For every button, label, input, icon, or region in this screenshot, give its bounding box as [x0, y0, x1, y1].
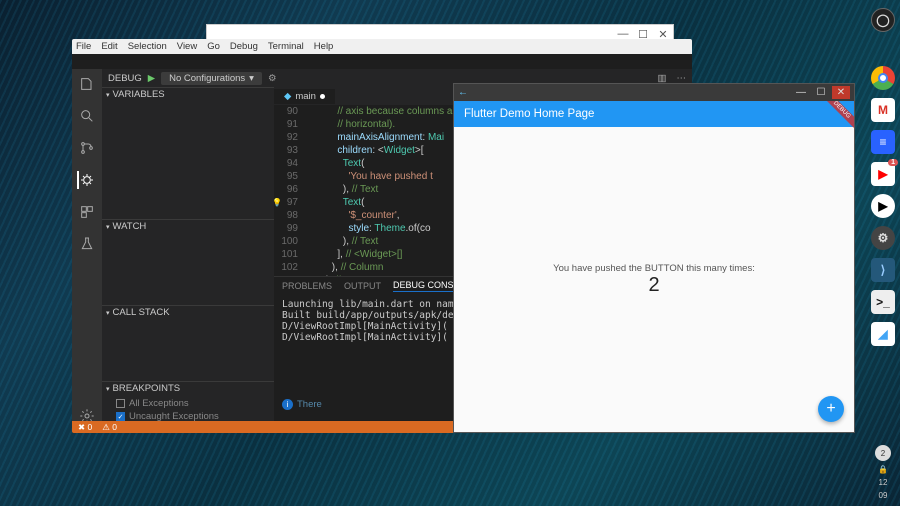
- docs-app-icon[interactable]: ≡: [871, 130, 895, 154]
- menu-help[interactable]: Help: [314, 41, 334, 52]
- call-stack-section[interactable]: ▾CALL STACK: [102, 305, 274, 319]
- editor-tab-main[interactable]: ◆ main: [274, 89, 335, 104]
- back-icon[interactable]: ←: [458, 87, 468, 98]
- menu-edit[interactable]: Edit: [101, 41, 117, 52]
- debug-label: DEBUG: [108, 73, 142, 84]
- play-store-app-icon[interactable]: ▶: [871, 194, 895, 218]
- menu-bar[interactable]: File Edit Selection View Go Debug Termin…: [72, 39, 692, 54]
- menu-debug[interactable]: Debug: [230, 41, 258, 52]
- menu-selection[interactable]: Selection: [128, 41, 167, 52]
- emulator-body: Flutter Demo Home Page You have pushed t…: [454, 101, 854, 432]
- debug-side-panel: ▾VARIABLES ▾WATCH ▾CALL STACK ▾BREAKPOIN…: [102, 87, 274, 428]
- settings-app-icon[interactable]: ⚙: [871, 226, 895, 250]
- gmail-app-icon[interactable]: M: [871, 98, 895, 122]
- problems-tab[interactable]: PROBLEMS: [282, 281, 332, 291]
- clock-hour: 12: [879, 478, 888, 487]
- watch-section[interactable]: ▾WATCH: [102, 219, 274, 233]
- debug-settings-icon[interactable]: ⚙: [268, 73, 277, 84]
- counter-value: 2: [648, 274, 659, 297]
- variables-section[interactable]: ▾VARIABLES: [102, 87, 274, 101]
- breakpoints-section[interactable]: ▾BREAKPOINTS: [102, 381, 274, 395]
- clock-min: 09: [879, 491, 888, 500]
- status-errors[interactable]: ✖ 0: [78, 422, 92, 433]
- explorer-icon[interactable]: [78, 75, 96, 93]
- emulator-minimize-icon[interactable]: —: [792, 86, 810, 99]
- status-warnings[interactable]: ⚠ 0: [102, 422, 117, 433]
- activity-bar: [72, 69, 102, 433]
- app-bar: Flutter Demo Home Page: [454, 101, 854, 127]
- power-icon[interactable]: ◯: [871, 8, 895, 32]
- notification-badge[interactable]: 2: [875, 445, 891, 461]
- menu-file[interactable]: File: [76, 41, 91, 52]
- chrome-app-icon[interactable]: [871, 66, 895, 90]
- info-icon: i: [282, 399, 293, 410]
- emulator-close-icon[interactable]: ✕: [832, 86, 850, 99]
- lock-icon[interactable]: 🔒: [878, 465, 888, 474]
- search-icon[interactable]: [78, 107, 96, 125]
- counter-label: You have pushed the BUTTON this many tim…: [553, 263, 755, 274]
- debug-config-dropdown[interactable]: No Configurations▾: [161, 72, 262, 85]
- extensions-icon[interactable]: [78, 203, 96, 221]
- debug-icon[interactable]: [77, 171, 95, 189]
- emulator-titlebar[interactable]: ← — ☐ ✕: [454, 84, 854, 101]
- emulator-maximize-icon[interactable]: ☐: [812, 86, 830, 99]
- more-icon[interactable]: ⋯: [677, 73, 687, 84]
- flask-icon[interactable]: [78, 235, 96, 253]
- emulator-window: ← — ☐ ✕ Flutter Demo Home Page You have …: [453, 83, 855, 433]
- bp-all-exceptions[interactable]: All Exceptions: [116, 397, 260, 410]
- youtube-app-icon[interactable]: ▶1: [871, 162, 895, 186]
- start-debug-icon[interactable]: ▶: [148, 73, 155, 84]
- vscode-app-icon[interactable]: ⟩: [871, 258, 895, 282]
- menu-go[interactable]: Go: [207, 41, 220, 52]
- menu-view[interactable]: View: [177, 41, 197, 52]
- shelf-tray[interactable]: 2 🔒 12 09: [875, 445, 891, 506]
- terminal-app-icon[interactable]: >_: [871, 290, 895, 314]
- flutter-app-icon[interactable]: ◢: [871, 322, 895, 346]
- split-editor-icon[interactable]: ▥: [658, 73, 667, 84]
- menu-terminal[interactable]: Terminal: [268, 41, 304, 52]
- unsaved-dot-icon: [320, 94, 325, 99]
- source-control-icon[interactable]: [78, 139, 96, 157]
- os-shelf: ◯ M ≡ ▶1 ▶ ⚙ ⟩ >_ ◢ 2 🔒 12 09: [866, 0, 900, 506]
- fab-add-button[interactable]: +: [818, 396, 844, 422]
- app-title: Flutter Demo Home Page: [464, 108, 594, 120]
- output-tab[interactable]: OUTPUT: [344, 281, 381, 291]
